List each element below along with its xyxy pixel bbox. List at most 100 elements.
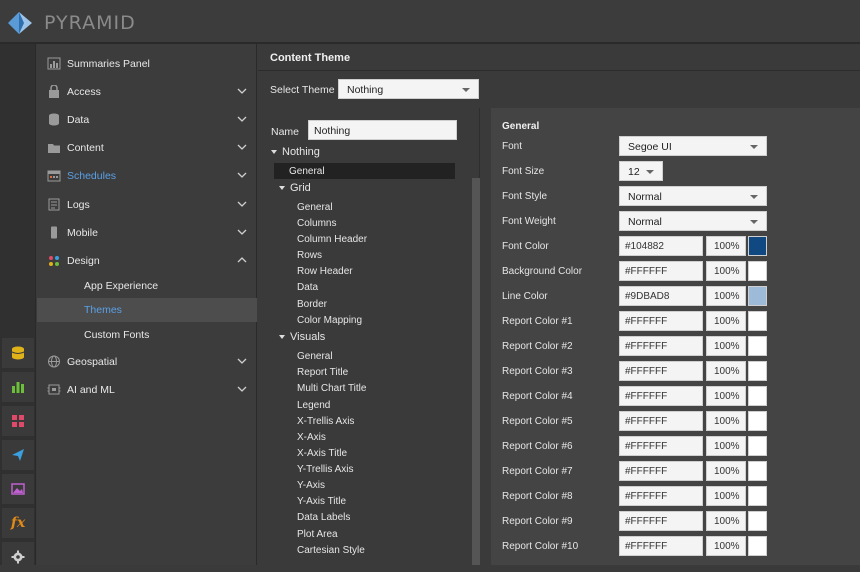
tree-node-visuals[interactable]: Visuals: [279, 331, 325, 343]
color-opacity-input[interactable]: 100%: [706, 311, 746, 331]
color-hex-input[interactable]: #FFFFFF: [619, 411, 703, 431]
color-hex-input[interactable]: #FFFFFF: [619, 311, 703, 331]
tree-node-grid-row-header[interactable]: Row Header: [297, 266, 353, 277]
color-hex-input[interactable]: #FFFFFF: [619, 486, 703, 506]
color-opacity-input[interactable]: 100%: [706, 361, 746, 381]
tree-node-grid-columns[interactable]: Columns: [297, 218, 336, 229]
color-swatch[interactable]: [748, 411, 767, 431]
color-opacity-input[interactable]: 100%: [706, 536, 746, 556]
color-opacity-value: 100%: [714, 291, 740, 302]
image-icon[interactable]: [2, 474, 34, 504]
tree-node-y-trellis-axis[interactable]: Y-Trellis Axis: [297, 464, 354, 475]
nav-item-ai-and-ml[interactable]: AI and ML: [37, 377, 257, 403]
tree-node-grid-border[interactable]: Border: [297, 299, 327, 310]
color-hex-input[interactable]: #FFFFFF: [619, 511, 703, 531]
chevron-down-icon: [462, 88, 470, 92]
tree-node-x-axis-title[interactable]: X-Axis Title: [297, 448, 347, 459]
color-hex-value: #FFFFFF: [625, 341, 668, 352]
tree-node-cartesian-style[interactable]: Cartesian Style: [297, 545, 365, 556]
tree-node-grid-rows[interactable]: Rows: [297, 250, 322, 261]
color-hex-input[interactable]: #FFFFFF: [619, 261, 703, 281]
mobile-icon: [51, 226, 57, 239]
nav-item-logs[interactable]: Logs: [37, 192, 257, 218]
font-weight-dropdown[interactable]: Normal: [619, 211, 767, 231]
color-swatch[interactable]: [748, 286, 767, 306]
nav-item-summaries-panel[interactable]: Summaries Panel: [37, 51, 257, 77]
color-swatch[interactable]: [748, 536, 767, 556]
color-opacity-input[interactable]: 100%: [706, 511, 746, 531]
tree-node-x-axis[interactable]: X-Axis: [297, 432, 326, 443]
tree-node-report-title[interactable]: Report Title: [297, 367, 348, 378]
tree-node-grid-color-mapping[interactable]: Color Mapping: [297, 315, 362, 326]
color-hex-input[interactable]: #FFFFFF: [619, 361, 703, 381]
nav-sub-themes[interactable]: Themes: [37, 298, 257, 322]
color-hex-value: #FFFFFF: [625, 491, 668, 502]
nav-item-data[interactable]: Data: [37, 107, 257, 133]
color-swatch[interactable]: [748, 386, 767, 406]
font-style-dropdown[interactable]: Normal: [619, 186, 767, 206]
tree-node-general[interactable]: General: [289, 166, 325, 177]
color-opacity-input[interactable]: 100%: [706, 461, 746, 481]
nav-item-geospatial[interactable]: Geospatial: [37, 349, 257, 375]
color-hex-input[interactable]: #FFFFFF: [619, 386, 703, 406]
color-hex-input[interactable]: #FFFFFF: [619, 336, 703, 356]
color-opacity-input[interactable]: 100%: [706, 261, 746, 281]
lock-icon: [49, 85, 59, 98]
tree-node-root[interactable]: Nothing: [271, 146, 320, 158]
pyramid-logo-icon[interactable]: [6, 10, 34, 36]
bar-chart-icon[interactable]: [2, 372, 34, 402]
color-opacity-input[interactable]: 100%: [706, 236, 746, 256]
color-swatch[interactable]: [748, 311, 767, 331]
gear-icon[interactable]: [2, 542, 34, 572]
tree-node-visuals-general[interactable]: General: [297, 351, 333, 362]
color-opacity-input[interactable]: 100%: [706, 386, 746, 406]
nav-item-design[interactable]: Design: [37, 248, 257, 274]
send-plane-icon[interactable]: [2, 440, 34, 470]
color-swatch[interactable]: [748, 511, 767, 531]
color-hex-input[interactable]: #104882: [619, 236, 703, 256]
dashboard-grid-icon[interactable]: [2, 406, 34, 436]
tree-node-plot-area[interactable]: Plot Area: [297, 529, 338, 540]
nav-item-schedules[interactable]: Schedules: [37, 163, 257, 189]
color-hex-input[interactable]: #FFFFFF: [619, 461, 703, 481]
color-label: Report Color #7: [502, 466, 573, 477]
tree-node-x-trellis-axis[interactable]: X-Trellis Axis: [297, 416, 354, 427]
tree-node-legend[interactable]: Legend: [297, 400, 330, 411]
nav-sub-app-experience[interactable]: App Experience: [37, 274, 257, 298]
color-swatch[interactable]: [748, 336, 767, 356]
formula-fx-icon[interactable]: fx: [2, 508, 34, 538]
color-swatch[interactable]: [748, 361, 767, 381]
font-dropdown[interactable]: Segoe UI: [619, 136, 767, 156]
nav-sub-custom-fonts[interactable]: Custom Fonts: [37, 323, 257, 347]
tree-node-multi-chart-title[interactable]: Multi Chart Title: [297, 383, 366, 394]
color-swatch[interactable]: [748, 461, 767, 481]
database-icon[interactable]: [2, 338, 34, 368]
tree-node-grid-data[interactable]: Data: [297, 282, 318, 293]
color-hex-input[interactable]: #9DBAD8: [619, 286, 703, 306]
nav-item-label: Access: [67, 86, 101, 98]
color-swatch[interactable]: [748, 486, 767, 506]
color-hex-input[interactable]: #FFFFFF: [619, 536, 703, 556]
tree-node-data-labels[interactable]: Data Labels: [297, 512, 350, 523]
tree-scrollbar[interactable]: [472, 178, 480, 565]
nav-item-mobile[interactable]: Mobile: [37, 220, 257, 246]
nav-item-content[interactable]: Content: [37, 135, 257, 161]
color-swatch[interactable]: [748, 436, 767, 456]
theme-name-field[interactable]: Nothing: [308, 120, 457, 140]
color-swatch[interactable]: [748, 261, 767, 281]
color-opacity-input[interactable]: 100%: [706, 436, 746, 456]
color-hex-input[interactable]: #FFFFFF: [619, 436, 703, 456]
tree-node-y-axis-title[interactable]: Y-Axis Title: [297, 496, 346, 507]
tree-node-grid-column-header[interactable]: Column Header: [297, 234, 367, 245]
color-opacity-input[interactable]: 100%: [706, 336, 746, 356]
tree-node-grid-general[interactable]: General: [297, 202, 333, 213]
tree-node-y-axis[interactable]: Y-Axis: [297, 480, 325, 491]
select-theme-dropdown[interactable]: Nothing: [338, 79, 479, 99]
color-opacity-input[interactable]: 100%: [706, 411, 746, 431]
tree-node-grid[interactable]: Grid: [279, 182, 311, 194]
color-opacity-input[interactable]: 100%: [706, 286, 746, 306]
color-swatch[interactable]: [748, 236, 767, 256]
color-opacity-input[interactable]: 100%: [706, 486, 746, 506]
nav-item-access[interactable]: Access: [37, 79, 257, 105]
font-size-dropdown[interactable]: 12: [619, 161, 663, 181]
